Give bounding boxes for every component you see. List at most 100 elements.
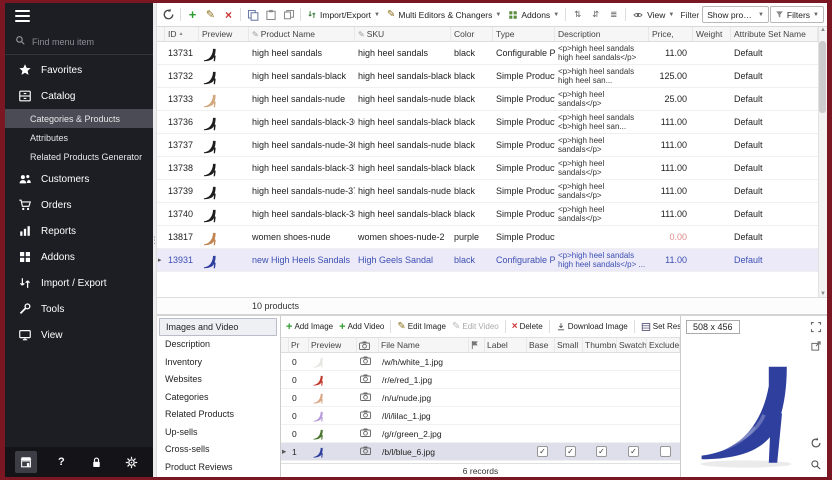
multi-editors-dropdown[interactable]: ✎ Multi Editors & Changers▼ — [384, 6, 504, 23]
image-row[interactable]: 0 /l/i/lilac_1.jpg — [281, 407, 680, 425]
col-camera[interactable] — [357, 338, 379, 352]
import-export-dropdown[interactable]: Import/Export▼ — [304, 6, 383, 23]
col-type[interactable]: Type — [493, 27, 555, 41]
sidebar-item-orders[interactable]: Orders — [5, 192, 153, 218]
lock-icon[interactable] — [86, 451, 108, 473]
refresh-preview-icon[interactable] — [808, 435, 824, 451]
sidebar-item-favorites[interactable]: Favorites — [5, 57, 153, 83]
tab-websites[interactable]: Websites — [157, 371, 280, 389]
col-priority[interactable]: Pr — [289, 338, 309, 352]
paste-button[interactable] — [262, 6, 279, 23]
col-thumbnail[interactable]: Thumbna — [583, 338, 617, 352]
product-row[interactable]: 13731 high heel sandalshigh heel sandals… — [157, 42, 818, 65]
edit-product-button[interactable]: ✎ — [202, 6, 219, 23]
product-row[interactable]: 13733 high heel sandals-nudehigh heel sa… — [157, 88, 818, 111]
scroll-down-icon[interactable]: ▼ — [820, 291, 826, 297]
col-sku[interactable]: ✎SKU — [355, 27, 451, 41]
sidebar-item-categories-and-products[interactable]: Categories & Products — [5, 109, 153, 128]
product-row[interactable]: ▸13931 new High Heels SandalsHigh Geels … — [157, 249, 818, 272]
refresh-button[interactable] — [160, 6, 177, 23]
copy-button[interactable] — [244, 6, 261, 23]
help-button[interactable]: ? — [50, 451, 72, 473]
swatch-checkbox[interactable]: ✓ — [628, 446, 639, 457]
add-image-button[interactable]: +Add Image — [284, 319, 335, 335]
collapse-all-button[interactable]: ⇵ — [587, 6, 604, 23]
grid-scrollbar[interactable]: ▲▼ — [818, 27, 827, 297]
col-description[interactable]: Description — [555, 27, 649, 41]
sidebar-item-addons[interactable]: Addons — [5, 244, 153, 270]
expand-all-button[interactable]: ⇅ — [569, 6, 586, 23]
download-image-button[interactable]: Download Image — [554, 319, 630, 335]
tab-inventory[interactable]: Inventory — [157, 353, 280, 371]
duplicate-button[interactable] — [280, 6, 297, 23]
store-button[interactable] — [15, 451, 37, 473]
col-id[interactable]: ID▲ — [165, 27, 199, 41]
edit-video-button[interactable]: ✎Edit Video — [450, 319, 501, 335]
col-preview[interactable]: Preview — [199, 27, 249, 41]
col-base[interactable]: Base — [527, 338, 555, 352]
product-row[interactable]: 13740 high heel sandals-black-38high hee… — [157, 203, 818, 226]
col-weight[interactable]: Weight — [693, 27, 731, 41]
sidebar-item-import-export[interactable]: Import / Export — [5, 270, 153, 296]
col-color[interactable]: Color — [451, 27, 493, 41]
col-small[interactable]: Small — [555, 338, 583, 352]
col-swatch[interactable]: Swatch — [617, 338, 647, 352]
product-row[interactable]: 13738 high heel sandals-black-37high hee… — [157, 157, 818, 180]
product-row[interactable]: 13817 women shoes-nudewomen shoes-nude-2… — [157, 226, 818, 249]
tab-product-reviews[interactable]: Product Reviews — [157, 458, 280, 476]
zoom-icon[interactable] — [808, 457, 824, 473]
view-dropdown[interactable]: View▼ — [629, 6, 677, 23]
scroll-up-icon[interactable]: ▲ — [820, 27, 826, 33]
addons-dropdown[interactable]: Addons▼ — [505, 6, 562, 23]
add-video-button[interactable]: +Add Video — [337, 319, 386, 335]
image-row[interactable]: 0 /w/h/white_1.jpg — [281, 353, 680, 371]
tab-cross-sells[interactable]: Cross-sells — [157, 441, 280, 459]
col-product-name[interactable]: ✎Product Name — [249, 27, 355, 41]
base-checkbox[interactable]: ✓ — [537, 446, 548, 457]
col-exclude[interactable]: Exclude — [647, 338, 680, 352]
col-file-name[interactable]: File Name — [379, 338, 469, 352]
delete-image-button[interactable]: ×Delete — [510, 319, 545, 335]
tab-images-and-video[interactable]: Images and Video — [159, 318, 277, 336]
image-row[interactable]: ▸1 /b/l/blue_6.jpg✓✓✓✓ — [281, 443, 680, 461]
category-filter-select[interactable]: Show products from selected categories ▼ — [702, 6, 769, 23]
tab-up-sells[interactable]: Up-sells — [157, 423, 280, 441]
sidebar-item-related-products-generator[interactable]: Related Products Generator — [5, 147, 153, 166]
scrollbar-thumb[interactable] — [819, 41, 826, 113]
filters-dropdown[interactable]: Filters▼ — [770, 6, 824, 23]
col-flag[interactable] — [469, 338, 485, 352]
sidebar-item-tools[interactable]: Tools — [5, 296, 153, 322]
sidebar-item-view[interactable]: View — [5, 322, 153, 348]
product-row[interactable]: 13732 high heel sandals-blackhigh heel s… — [157, 65, 818, 88]
tab-categories[interactable]: Categories — [157, 388, 280, 406]
fullscreen-icon[interactable] — [808, 319, 824, 335]
col-price[interactable]: Price, — [649, 27, 693, 41]
gear-icon[interactable] — [121, 451, 143, 473]
col-image-label[interactable]: Label — [485, 338, 527, 352]
col-image-preview[interactable]: Preview — [309, 338, 357, 352]
col-attribute-set[interactable]: Attribute Set Name — [731, 27, 818, 41]
menu-search-input[interactable] — [32, 37, 132, 47]
tab-related-products[interactable]: Related Products — [157, 406, 280, 424]
sidebar-item-reports[interactable]: Reports — [5, 218, 153, 244]
set-resize-rule-button[interactable]: Set Resize Rule — [639, 319, 680, 335]
exclude-checkbox[interactable] — [660, 446, 671, 457]
image-row[interactable]: 0 /g/r/green_2.jpg — [281, 425, 680, 443]
product-row[interactable]: 13737 high heel sandals-nude-36high heel… — [157, 134, 818, 157]
small-checkbox[interactable]: ✓ — [565, 446, 576, 457]
image-row[interactable]: 0 /n/u/nude.jpg — [281, 389, 680, 407]
image-row[interactable]: 0 /r/e/red_1.jpg — [281, 371, 680, 389]
thumbnail-checkbox[interactable]: ✓ — [596, 446, 607, 457]
sidebar-item-attributes[interactable]: Attributes — [5, 128, 153, 147]
sidebar-item-customers[interactable]: Customers — [5, 166, 153, 192]
hamburger-menu-icon[interactable] — [15, 7, 30, 25]
tab-description[interactable]: Description — [157, 336, 280, 354]
sidebar-item-catalog[interactable]: Catalog — [5, 83, 153, 109]
open-external-icon[interactable] — [808, 338, 824, 354]
edit-image-button[interactable]: ✎Edit Image — [395, 319, 448, 335]
product-row[interactable]: 13736 high heel sandals-black-36high hee… — [157, 111, 818, 134]
add-product-button[interactable]: + — [184, 6, 201, 23]
product-row[interactable]: 13739 high heel sandals-nude-37high heel… — [157, 180, 818, 203]
group-rows-button[interactable]: ≣ — [605, 6, 622, 23]
delete-product-button[interactable]: × — [220, 6, 237, 23]
